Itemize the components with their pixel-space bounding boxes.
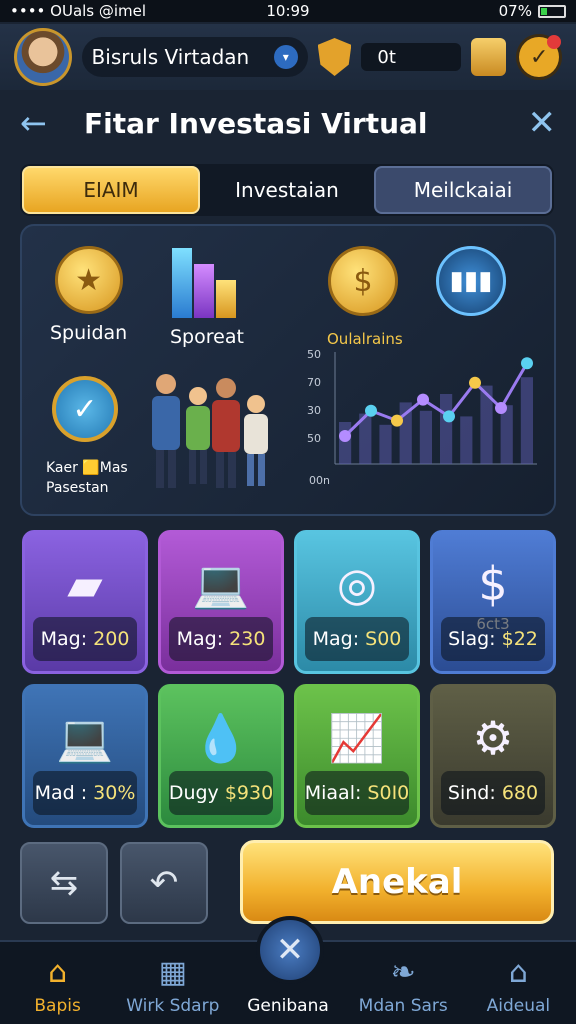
- chart-x-tick: 00n: [309, 474, 330, 487]
- chart-bar: [379, 424, 392, 464]
- laptop-icon: 💻: [56, 710, 114, 765]
- chart-point: [521, 357, 533, 370]
- dollar-coin-icon[interactable]: $: [328, 246, 398, 316]
- chart-bar: [520, 377, 533, 464]
- chart-y-tick: 70: [307, 376, 321, 389]
- investment-card[interactable]: ◎ Mag: S00: [294, 530, 420, 674]
- chart-point: [443, 410, 455, 423]
- close-icon[interactable]: ✕: [528, 103, 557, 143]
- status-bar: •••• OUals @imel 10:99 07%: [0, 0, 576, 22]
- shield-icon: [317, 38, 352, 76]
- nav-item-bapis[interactable]: ⌂ Bapis: [0, 942, 115, 1024]
- card-grid-row-1: ▰Mag: 200 💻Mag: 230 ◎Mag: S00 $6ct3Slag:…: [22, 530, 556, 674]
- check-badge-icon[interactable]: ✓: [52, 376, 118, 442]
- chart-y-tick: 50: [307, 348, 321, 361]
- chart-bar: [339, 422, 352, 464]
- investment-card[interactable]: 💻 Mad : 30%: [22, 684, 148, 828]
- chart-title: Oulalrains: [327, 330, 403, 348]
- nav-item-mdan-sars[interactable]: ❧ Mdan Sars: [346, 942, 461, 1024]
- close-icon: ✕: [275, 930, 305, 970]
- monitor-chart-icon: 📈: [328, 710, 386, 765]
- investment-card[interactable]: 💧 Dugy $930: [158, 684, 284, 828]
- chevron-down-icon: ▾: [273, 45, 298, 69]
- chart-point: [365, 404, 377, 417]
- tab-1[interactable]: EIAIM: [22, 166, 200, 214]
- primary-action-button[interactable]: Anekal: [240, 840, 554, 924]
- chart-point: [339, 430, 351, 442]
- leaf-icon: ❧: [390, 955, 416, 990]
- card-grid-row-2: 💻 Mad : 30% 💧 Dugy $930 📈 Miaal: S0I0 ⚙ Sind…: [22, 684, 556, 828]
- package-icon: ▰: [67, 557, 103, 611]
- icon-sporeat[interactable]: Sporeat: [170, 242, 244, 348]
- chart-line: [343, 362, 529, 438]
- chart-y-tick: 50: [307, 432, 321, 445]
- swap-button[interactable]: ⇆: [20, 842, 108, 924]
- investment-card[interactable]: ⚙ Sind: 680: [430, 684, 556, 828]
- laptop-icon: 💻: [192, 556, 250, 611]
- people-illustration: [152, 374, 268, 488]
- chart-bar: [500, 405, 513, 464]
- treasure-box-icon[interactable]: [470, 38, 507, 76]
- chart-point: [495, 402, 507, 414]
- growth-chart: Oulalrains 50 70 30 50 00n: [305, 322, 545, 492]
- chart-bar: [419, 410, 432, 464]
- investment-card[interactable]: $6ct3Slag: $22: [430, 530, 556, 674]
- carrier-text: •••• OUals @imel: [10, 2, 147, 20]
- swap-arrows-icon: ⇆: [49, 863, 79, 903]
- battery-percent: 07%: [498, 2, 532, 20]
- icon-label: Sporeat: [170, 326, 244, 348]
- battery-icon: [537, 4, 566, 18]
- gear-dollar-icon: ⚙: [472, 711, 514, 765]
- profile-bar: Bisruls Virtadan ▾ 0t ✓: [0, 24, 576, 90]
- chart-bar: [460, 416, 473, 464]
- home-icon: ⌂: [48, 955, 68, 990]
- profile-name: Bisruls Virtadan: [91, 45, 250, 69]
- avatar[interactable]: [14, 28, 72, 86]
- back-arrow-icon[interactable]: ←: [20, 104, 70, 142]
- header: ← Fitar Investasi Virtual ✕: [0, 92, 576, 154]
- icon-label: Spuidan: [50, 322, 128, 344]
- dollar-shield-icon: $: [478, 557, 508, 611]
- bar-blocks-icon: [171, 242, 242, 318]
- notification-badge: [547, 35, 562, 49]
- chart-point: [417, 393, 429, 406]
- investment-card[interactable]: 📈 Miaal: S0I0: [294, 684, 420, 828]
- nav-item-aideual[interactable]: ⌂ Aideual: [461, 942, 576, 1024]
- chart-y-tick: 30: [307, 404, 321, 417]
- star-coin-icon: ★: [54, 246, 123, 314]
- clock: 10:99: [266, 2, 310, 20]
- chart-bar: [440, 394, 453, 464]
- tab-bar: EIAIM Investaian Meilckaiai: [20, 164, 554, 216]
- growth-chart-icon[interactable]: ▮▮▮: [436, 246, 506, 316]
- profile-name-pill[interactable]: Bisruls Virtadan ▾: [81, 37, 308, 77]
- badge-line-2: Pasestan: [46, 480, 109, 496]
- investment-card[interactable]: 💻 Mag: 230: [158, 530, 284, 674]
- undo-icon: ↶: [149, 863, 179, 903]
- tab-3[interactable]: Meilckaiai: [374, 166, 552, 214]
- action-row: ⇆ ↶ Anekal: [20, 840, 556, 926]
- house-icon: ⌂: [508, 955, 528, 990]
- undo-button[interactable]: ↶: [120, 842, 208, 924]
- notification-button[interactable]: ✓: [516, 34, 563, 80]
- calendar-icon: ▦: [158, 955, 187, 990]
- overview-panel: ★ Spuidan Sporeat $ ▮▮▮ ✓ Kaer 🟨Mas Pase…: [20, 224, 556, 516]
- chart-point: [391, 414, 403, 427]
- target-icon: ◎: [336, 557, 378, 611]
- page-title: Fitar Investasi Virtual: [84, 106, 428, 140]
- tab-2[interactable]: Investaian: [200, 166, 374, 214]
- investment-card[interactable]: ▰ Mag: 200: [22, 530, 148, 674]
- center-close-button[interactable]: ✕: [256, 916, 324, 984]
- coin-counter: 0t: [361, 43, 461, 71]
- nav-item-wirk-sdarp[interactable]: ▦ Wirk Sdarp: [115, 942, 230, 1024]
- badge-line-1: Kaer 🟨Mas: [46, 460, 128, 476]
- chart-point: [469, 376, 481, 389]
- icon-spuidan[interactable]: ★ Spuidan: [50, 246, 127, 344]
- check-icon: ✓: [529, 44, 549, 70]
- droplet-icon: 💧: [192, 710, 250, 765]
